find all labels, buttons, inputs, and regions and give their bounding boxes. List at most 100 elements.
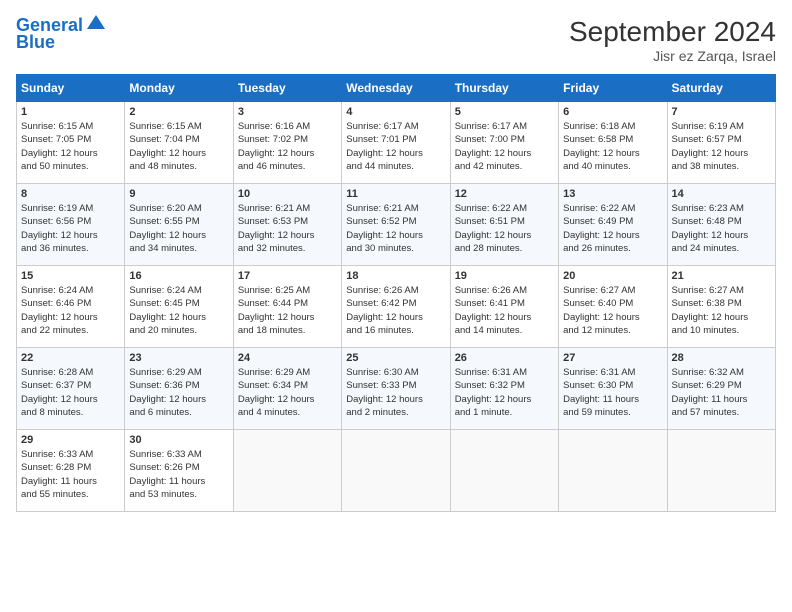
day-info-line: and 42 minutes. [455, 160, 554, 173]
day-number: 17 [238, 270, 337, 282]
day-info-line: and 18 minutes. [238, 324, 337, 337]
day-info-line: Daylight: 12 hours [563, 229, 662, 242]
day-info-line: Sunset: 6:51 PM [455, 215, 554, 228]
day-number: 10 [238, 188, 337, 200]
day-info-line: Daylight: 12 hours [129, 311, 228, 324]
week-row-3: 15Sunrise: 6:24 AMSunset: 6:46 PMDayligh… [17, 266, 776, 348]
day-info-line: Sunset: 6:46 PM [21, 297, 120, 310]
day-info-line: Sunrise: 6:27 AM [563, 284, 662, 297]
day-info-line: Daylight: 11 hours [672, 393, 771, 406]
day-info-line: and 55 minutes. [21, 488, 120, 501]
weekday-header-friday: Friday [559, 75, 667, 102]
calendar-cell [342, 430, 450, 512]
day-info-line: Sunset: 7:01 PM [346, 133, 445, 146]
calendar-cell: 27Sunrise: 6:31 AMSunset: 6:30 PMDayligh… [559, 348, 667, 430]
day-info-line: Daylight: 12 hours [672, 311, 771, 324]
day-info-line: and 22 minutes. [21, 324, 120, 337]
day-info-line: Daylight: 12 hours [672, 229, 771, 242]
logo: General Blue [16, 16, 107, 53]
logo-icon [85, 13, 107, 31]
day-number: 7 [672, 106, 771, 118]
day-info-line: Daylight: 12 hours [455, 147, 554, 160]
day-info-line: and 16 minutes. [346, 324, 445, 337]
day-info-line: and 26 minutes. [563, 242, 662, 255]
location: Jisr ez Zarqa, Israel [569, 48, 776, 64]
day-info-line: and 48 minutes. [129, 160, 228, 173]
day-info-line: Sunrise: 6:24 AM [129, 284, 228, 297]
day-info-line: Daylight: 12 hours [129, 393, 228, 406]
title-section: September 2024 Jisr ez Zarqa, Israel [569, 16, 776, 64]
day-info-line: Sunset: 6:55 PM [129, 215, 228, 228]
day-info-line: Sunrise: 6:15 AM [21, 120, 120, 133]
day-number: 5 [455, 106, 554, 118]
calendar-cell: 19Sunrise: 6:26 AMSunset: 6:41 PMDayligh… [450, 266, 558, 348]
calendar-cell: 28Sunrise: 6:32 AMSunset: 6:29 PMDayligh… [667, 348, 775, 430]
day-info-line: Sunrise: 6:27 AM [672, 284, 771, 297]
day-info-line: Sunrise: 6:20 AM [129, 202, 228, 215]
weekday-header-sunday: Sunday [17, 75, 125, 102]
day-info-line: Daylight: 12 hours [21, 311, 120, 324]
day-info-line: Sunset: 6:49 PM [563, 215, 662, 228]
day-info-line: Sunrise: 6:32 AM [672, 366, 771, 379]
day-info-line: Sunrise: 6:26 AM [346, 284, 445, 297]
calendar-cell: 6Sunrise: 6:18 AMSunset: 6:58 PMDaylight… [559, 102, 667, 184]
calendar-cell: 23Sunrise: 6:29 AMSunset: 6:36 PMDayligh… [125, 348, 233, 430]
day-info-line: Daylight: 11 hours [129, 475, 228, 488]
day-info-line: Daylight: 12 hours [346, 311, 445, 324]
calendar-table: SundayMondayTuesdayWednesdayThursdayFrid… [16, 74, 776, 512]
day-info-line: Sunset: 6:53 PM [238, 215, 337, 228]
day-number: 2 [129, 106, 228, 118]
calendar-cell [667, 430, 775, 512]
day-info-line: Sunrise: 6:24 AM [21, 284, 120, 297]
calendar-cell: 4Sunrise: 6:17 AMSunset: 7:01 PMDaylight… [342, 102, 450, 184]
calendar-cell: 25Sunrise: 6:30 AMSunset: 6:33 PMDayligh… [342, 348, 450, 430]
calendar-cell: 22Sunrise: 6:28 AMSunset: 6:37 PMDayligh… [17, 348, 125, 430]
day-info-line: Sunrise: 6:33 AM [129, 448, 228, 461]
day-number: 20 [563, 270, 662, 282]
week-row-4: 22Sunrise: 6:28 AMSunset: 6:37 PMDayligh… [17, 348, 776, 430]
day-info-line: Daylight: 12 hours [455, 393, 554, 406]
day-number: 24 [238, 352, 337, 364]
day-info-line: Sunset: 6:48 PM [672, 215, 771, 228]
day-info-line: Sunrise: 6:21 AM [238, 202, 337, 215]
day-number: 11 [346, 188, 445, 200]
day-info-line: and 24 minutes. [672, 242, 771, 255]
day-info-line: and 38 minutes. [672, 160, 771, 173]
day-info-line: Sunset: 6:34 PM [238, 379, 337, 392]
day-number: 29 [21, 434, 120, 446]
day-info-line: Daylight: 12 hours [129, 229, 228, 242]
day-number: 6 [563, 106, 662, 118]
day-info-line: and 12 minutes. [563, 324, 662, 337]
day-info-line: and 4 minutes. [238, 406, 337, 419]
day-info-line: Sunrise: 6:16 AM [238, 120, 337, 133]
day-info-line: Sunset: 6:28 PM [21, 461, 120, 474]
calendar-cell: 10 Sunrise: 6:21 AMSunset: 6:53 PMDayligh… [233, 184, 341, 266]
week-row-2: 8Sunrise: 6:19 AMSunset: 6:56 PMDaylight… [17, 184, 776, 266]
day-info-line: and 1 minute. [455, 406, 554, 419]
calendar-cell: 30Sunrise: 6:33 AMSunset: 6:26 PMDayligh… [125, 430, 233, 512]
day-info-line: and 2 minutes. [346, 406, 445, 419]
weekday-header-tuesday: Tuesday [233, 75, 341, 102]
day-info-line: and 30 minutes. [346, 242, 445, 255]
calendar-cell [450, 430, 558, 512]
day-number: 12 [455, 188, 554, 200]
day-info-line: and 28 minutes. [455, 242, 554, 255]
day-info-line: Daylight: 12 hours [238, 229, 337, 242]
calendar-cell: 17Sunrise: 6:25 AMSunset: 6:44 PMDayligh… [233, 266, 341, 348]
day-number: 18 [346, 270, 445, 282]
day-info-line: Sunrise: 6:22 AM [563, 202, 662, 215]
day-info-line: Sunrise: 6:28 AM [21, 366, 120, 379]
day-info-line: Sunset: 7:04 PM [129, 133, 228, 146]
day-info-line: Daylight: 12 hours [346, 147, 445, 160]
day-info-line: Sunset: 6:26 PM [129, 461, 228, 474]
day-info-line: Daylight: 12 hours [455, 229, 554, 242]
day-number: 13 [563, 188, 662, 200]
day-number: 19 [455, 270, 554, 282]
day-number: 25 [346, 352, 445, 364]
day-info-line: Daylight: 12 hours [563, 147, 662, 160]
day-info-line: Sunset: 6:40 PM [563, 297, 662, 310]
calendar-cell: 15Sunrise: 6:24 AMSunset: 6:46 PMDayligh… [17, 266, 125, 348]
calendar-cell: 3Sunrise: 6:16 AMSunset: 7:02 PMDaylight… [233, 102, 341, 184]
day-info-line: Sunset: 6:33 PM [346, 379, 445, 392]
day-number: 26 [455, 352, 554, 364]
